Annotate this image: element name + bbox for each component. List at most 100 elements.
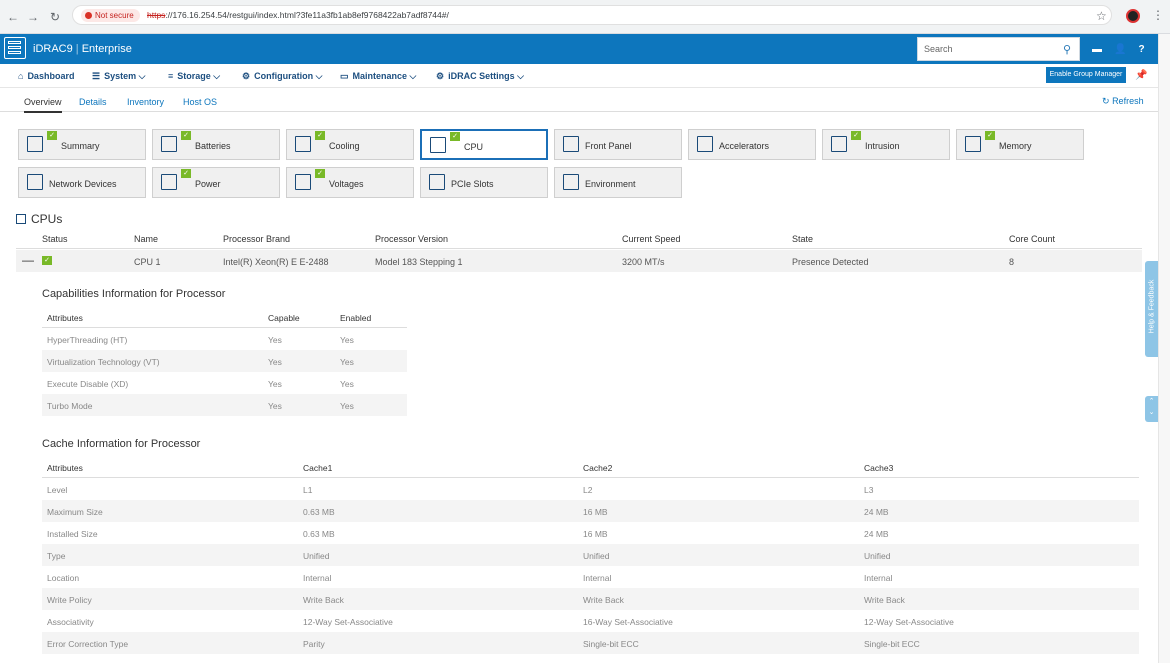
col-cores: Core Count xyxy=(1009,234,1056,244)
table-row: Type Unified Unified Unified xyxy=(42,544,1139,566)
scroll-up-down-button[interactable]: ⌃ ⌄ xyxy=(1145,396,1158,422)
table-row[interactable]: — ✓ CPU 1 Intel(R) Xeon(R) E E-2488 Mode… xyxy=(16,250,1142,272)
cache1-value: Write Back xyxy=(303,595,344,605)
profile-avatar[interactable] xyxy=(1126,9,1140,23)
tile-accelerators[interactable]: Accelerators xyxy=(688,129,816,160)
page-scrollbar[interactable] xyxy=(1158,34,1170,663)
maintenance-icon: ▭ xyxy=(340,71,349,81)
cache3-value: 12-Way Set-Associative xyxy=(864,617,954,627)
tab-host-os[interactable]: Host OS xyxy=(183,97,217,107)
bookmark-star-icon[interactable]: ☆ xyxy=(1096,9,1107,23)
tile-intrusion[interactable]: ✓ Intrusion xyxy=(822,129,950,160)
cache-attribute: Maximum Size xyxy=(47,507,103,517)
tasks-icon[interactable]: ▬ xyxy=(1092,44,1102,55)
menu-system-label: System xyxy=(104,71,137,81)
cpus-section-title: CPUs xyxy=(16,212,62,226)
tile-cooling[interactable]: ✓ Cooling xyxy=(286,129,414,160)
table-row: Write Policy Write Back Write Back Write… xyxy=(42,588,1139,610)
cache2-value: 16 MB xyxy=(583,507,608,517)
cpu-cores: 8 xyxy=(1009,257,1015,267)
col-status: Status xyxy=(42,234,68,244)
menu-system[interactable]: ☰ System ⌵ xyxy=(92,71,145,82)
cap-enabled: Yes xyxy=(340,401,354,411)
summary-icon xyxy=(27,136,43,152)
cache-attribute: Level xyxy=(47,485,68,495)
cap-attribute: Turbo Mode xyxy=(47,401,93,411)
cache2-value: 16 MB xyxy=(583,529,608,539)
cache3-value: Single-bit ECC xyxy=(864,639,920,649)
forward-arrow-icon[interactable]: → xyxy=(26,10,40,24)
pin-icon[interactable]: 📌 xyxy=(1135,70,1147,81)
chevron-down-icon: ⌵ xyxy=(409,71,417,81)
cache-col-cache3: Cache3 xyxy=(864,463,894,473)
refresh-label: Refresh xyxy=(1112,96,1144,106)
tab-details[interactable]: Details xyxy=(79,97,107,107)
cache1-value: Parity xyxy=(303,639,325,649)
status-ok-icon: ✓ xyxy=(450,132,460,141)
menu-maintenance[interactable]: ▭ Maintenance ⌵ xyxy=(340,71,416,82)
tab-overview[interactable]: Overview xyxy=(24,97,62,113)
status-ok-icon: ✓ xyxy=(181,169,191,178)
refresh-icon: ↻ xyxy=(1102,96,1110,106)
tile-voltages[interactable]: ✓ Voltages xyxy=(286,167,414,198)
table-row: Associativity 12-Way Set-Associative 16-… xyxy=(42,610,1139,632)
table-row: Turbo Mode Yes Yes xyxy=(42,394,407,416)
help-feedback-tab[interactable]: Help & Feedback xyxy=(1145,261,1158,357)
menu-storage[interactable]: ≡ Storage ⌵ xyxy=(168,71,220,82)
cache1-value: Internal xyxy=(303,573,332,583)
cache3-value: Write Back xyxy=(864,595,905,605)
tile-memory[interactable]: ✓ Memory xyxy=(956,129,1084,160)
tile-environment[interactable]: Environment xyxy=(554,167,682,198)
enable-group-manager-button[interactable]: Enable Group Manager xyxy=(1046,67,1126,83)
cache2-value: L2 xyxy=(583,485,593,495)
menu-idrac-settings[interactable]: ⚙ iDRAC Settings ⌵ xyxy=(436,71,524,82)
back-arrow-icon[interactable]: ← xyxy=(6,10,20,24)
browser-menu-icon[interactable]: ⋮ xyxy=(1152,8,1164,22)
header-icon-group: ▬ 👤 ? xyxy=(1084,37,1145,61)
table-row: Virtualization Technology (VT) Yes Yes xyxy=(42,350,407,372)
lock-icon xyxy=(831,136,847,152)
tile-label: Front Panel xyxy=(585,141,632,151)
menu-configuration[interactable]: ⚙ Configuration ⌵ xyxy=(242,71,322,82)
tile-batteries[interactable]: ✓ Batteries xyxy=(152,129,280,160)
help-icon[interactable]: ? xyxy=(1138,44,1144,55)
table-row: Execute Disable (XD) Yes Yes xyxy=(42,372,407,394)
table-row: HyperThreading (HT) Yes Yes xyxy=(42,328,407,350)
tile-cpu[interactable]: ✓ CPU xyxy=(420,129,548,160)
tile-label: Summary xyxy=(61,141,100,151)
cache1-value: 0.63 MB xyxy=(303,507,335,517)
cache-attribute: Associativity xyxy=(47,617,94,627)
tile-label: PCIe Slots xyxy=(451,179,494,189)
search-input[interactable]: Search ⚲ xyxy=(917,37,1080,61)
search-icon[interactable]: ⚲ xyxy=(1063,43,1071,56)
not-secure-badge[interactable]: Not secure xyxy=(81,9,140,22)
cache1-value: L1 xyxy=(303,485,313,495)
user-icon[interactable]: 👤 xyxy=(1114,44,1126,55)
menu-dashboard[interactable]: ⌂ Dashboard xyxy=(18,71,74,81)
url-text[interactable]: https://176.16.254.54/restgui/index.html… xyxy=(147,9,449,22)
product-title: iDRAC9 | Enterprise xyxy=(33,43,132,55)
page-tabs: Overview Details Inventory Host OS ↻ Ref… xyxy=(0,88,1158,113)
collapse-icon[interactable]: — xyxy=(22,253,34,267)
menu-configuration-label: Configuration xyxy=(254,71,314,81)
col-name: Name xyxy=(134,234,159,244)
tab-inventory[interactable]: Inventory xyxy=(127,97,164,107)
cache3-value: Unified xyxy=(864,551,891,561)
cache1-value: 12-Way Set-Associative xyxy=(303,617,393,627)
tile-power[interactable]: ✓ Power xyxy=(152,167,280,198)
refresh-button[interactable]: ↻ Refresh xyxy=(1102,96,1144,107)
cache3-value: Internal xyxy=(864,573,893,583)
cache2-value: Write Back xyxy=(583,595,624,605)
table-row: Level L1 L2 L3 xyxy=(42,478,1139,500)
tile-label: Intrusion xyxy=(865,141,900,151)
tile-network-devices[interactable]: Network Devices xyxy=(18,167,146,198)
tile-summary[interactable]: ✓ Summary xyxy=(18,129,146,160)
tile-pcie-slots[interactable]: PCIe Slots xyxy=(420,167,548,198)
power-plug-icon xyxy=(161,174,177,190)
main-menu: ⌂ Dashboard ☰ System ⌵ ≡ Storage ⌵ ⚙ Configu… xyxy=(0,64,1158,88)
reload-icon[interactable]: ↻ xyxy=(48,10,62,24)
cache2-value: 16-Way Set-Associative xyxy=(583,617,673,627)
cache1-value: Unified xyxy=(303,551,330,561)
address-bar[interactable]: Not secure https://176.16.254.54/restgui… xyxy=(72,5,1112,25)
tile-front-panel[interactable]: Front Panel xyxy=(554,129,682,160)
